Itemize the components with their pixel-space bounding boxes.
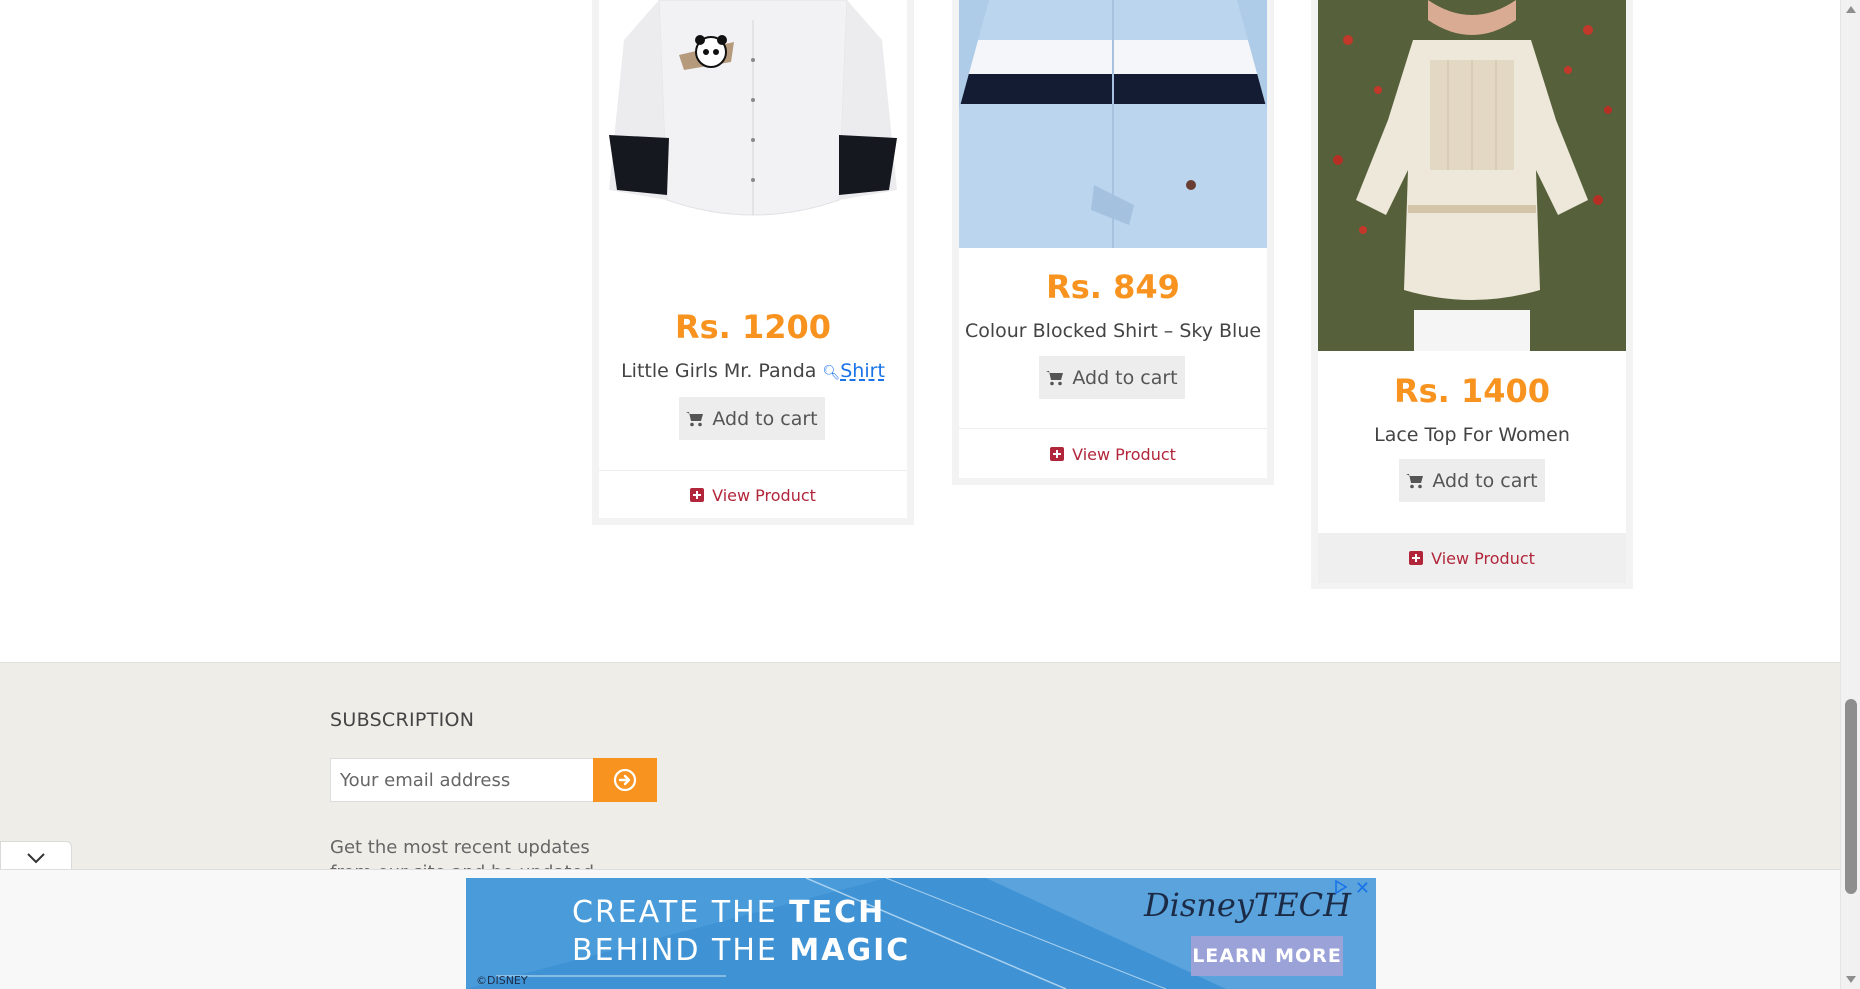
view-product-link[interactable]: View Product: [599, 471, 907, 519]
learn-more-button[interactable]: LEARN MORE: [1191, 936, 1343, 976]
add-to-cart-label: Add to cart: [1432, 469, 1538, 492]
product-card: Rs. 1200 Little Girls Mr. Panda 🔍︎Shirt …: [592, 0, 914, 525]
plus-square-icon: [1050, 447, 1065, 461]
product-price: Rs. 1200: [674, 308, 832, 346]
scroll-down-icon[interactable]: [1846, 976, 1856, 983]
product-name[interactable]: Lace Top For Women: [1318, 424, 1626, 446]
sky-blue-shirt-image: [959, 0, 1267, 248]
cart-icon: [1046, 370, 1064, 385]
ad-headline-line1-b: TECH: [789, 895, 886, 930]
scroll-up-icon[interactable]: [1846, 6, 1856, 13]
product-price: Rs. 849: [1046, 268, 1180, 306]
close-icon[interactable]: ✕: [1355, 878, 1370, 899]
view-product-label: View Product: [1072, 444, 1176, 464]
view-product-link[interactable]: View Product: [1318, 533, 1626, 583]
plus-square-icon: [1409, 551, 1424, 565]
view-product-label: View Product: [1431, 548, 1535, 568]
divider: [959, 428, 1267, 429]
product-image[interactable]: [1318, 0, 1626, 351]
email-field[interactable]: [330, 758, 594, 802]
chevron-down-icon: [27, 852, 45, 863]
ad-copyright: ©DISNEY: [476, 974, 528, 987]
ad-headline-line2-a: BEHIND THE: [572, 933, 790, 968]
cart-icon: [686, 411, 704, 426]
ad-headline-line2-b: MAGIC: [789, 933, 911, 968]
ad-headline: CREATE THE TECH BEHIND THE MAGIC: [572, 894, 910, 970]
view-product-link[interactable]: View Product: [959, 430, 1267, 478]
product-name-link[interactable]: Shirt: [840, 360, 885, 382]
add-to-cart-button[interactable]: Add to cart: [1039, 356, 1185, 399]
page: Rs. 1200 Little Girls Mr. Panda 🔍︎Shirt …: [0, 0, 1860, 989]
product-price: Rs. 1400: [1393, 372, 1551, 410]
ad-headline-line1-a: CREATE THE: [572, 895, 790, 930]
ad-banner[interactable]: CREATE THE TECH BEHIND THE MAGIC DisneyT…: [466, 878, 1376, 989]
add-to-cart-button[interactable]: Add to cart: [1399, 459, 1545, 502]
product-card: Rs. 849 Colour Blocked Shirt – Sky Blue …: [952, 0, 1274, 485]
add-to-cart-label: Add to cart: [712, 407, 818, 430]
subscribe-button[interactable]: [593, 758, 657, 802]
product-card: Rs. 1400 Lace Top For Women Add to cart …: [1311, 0, 1633, 589]
arrow-circle-right-icon: [613, 768, 637, 792]
product-image[interactable]: [959, 0, 1267, 248]
subscription-title: SUBSCRIPTION: [330, 709, 475, 731]
scrollbar[interactable]: [1840, 0, 1860, 989]
cart-icon: [1406, 473, 1424, 488]
adchoices-icon[interactable]: [1334, 880, 1348, 894]
search-icon: 🔍︎: [822, 365, 841, 381]
plus-square-icon: [690, 488, 705, 502]
view-product-label: View Product: [712, 485, 816, 505]
disney-tech-logo: DisneyTECH: [1143, 886, 1351, 924]
product-name-text: Little Girls Mr. Panda: [621, 360, 817, 382]
product-name[interactable]: Little Girls Mr. Panda 🔍︎Shirt: [599, 360, 907, 382]
panda-shirt-image: [609, 0, 897, 216]
add-to-cart-button[interactable]: Add to cart: [679, 397, 825, 440]
product-name[interactable]: Colour Blocked Shirt – Sky Blue: [959, 320, 1267, 342]
lace-top-image: [1318, 0, 1626, 351]
product-image[interactable]: [599, 0, 907, 280]
scrollbar-thumb[interactable]: [1845, 699, 1857, 894]
add-to-cart-label: Add to cart: [1072, 366, 1178, 389]
